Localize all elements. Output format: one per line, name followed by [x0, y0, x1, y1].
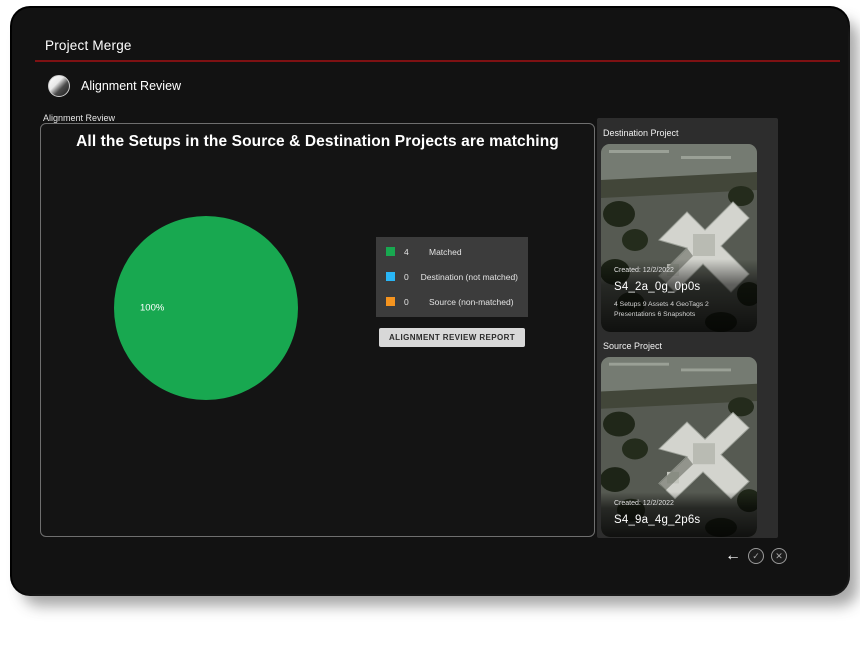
destination-count: 0 — [404, 272, 412, 282]
legend-row-destination: 0 Destination (not matched) — [376, 264, 528, 289]
matched-count: 4 — [404, 247, 420, 257]
title-divider — [35, 60, 840, 62]
alignment-review-step-icon — [48, 75, 70, 97]
step-label: Alignment Review — [81, 79, 181, 93]
destination-name: S4_2a_0g_0p0s — [614, 281, 744, 293]
pie-legend: 4 Matched 0 Destination (not matched) 0 … — [376, 237, 528, 317]
source-count: 0 — [404, 297, 420, 307]
source-label: Source (non-matched) — [429, 297, 514, 307]
page: Project Merge Alignment Review Alignment… — [0, 0, 860, 648]
source-created: Created: 12/2/2022 — [614, 500, 744, 507]
projects-sidebar: Destination Project — [597, 118, 778, 538]
back-arrow-icon[interactable]: ← — [725, 548, 741, 564]
window-title: Project Merge — [45, 38, 132, 53]
destination-created: Created: 12/2/2022 — [614, 267, 744, 274]
matching-heading: All the Setups in the Source & Destinati… — [41, 133, 594, 151]
destination-label: Destination (not matched) — [421, 272, 518, 282]
source-swatch — [386, 297, 395, 306]
source-project-card[interactable]: Created: 12/2/2022 S4_9a_4g_2p6s — [601, 357, 757, 537]
pie-percent-label: 100% — [140, 303, 164, 314]
destination-overlay: Created: 12/2/2022 S4_2a_0g_0p0s 4 Setup… — [601, 259, 757, 332]
destination-swatch — [386, 272, 395, 281]
legend-row-source: 0 Source (non-matched) — [376, 289, 528, 314]
close-icon[interactable]: ✕ — [771, 548, 787, 564]
matched-swatch — [386, 247, 395, 256]
alignment-review-panel: All the Setups in the Source & Destinati… — [40, 123, 595, 537]
confirm-icon[interactable]: ✓ — [748, 548, 764, 564]
source-project-label: Source Project — [603, 341, 778, 351]
step-header: Alignment Review — [48, 75, 181, 97]
legend-row-matched: 4 Matched — [376, 239, 528, 264]
project-merge-window: Project Merge Alignment Review Alignment… — [12, 8, 848, 594]
source-overlay: Created: 12/2/2022 S4_9a_4g_2p6s — [601, 492, 757, 537]
footer-actions: ← ✓ ✕ — [725, 548, 787, 564]
panel-section-label: Alignment Review — [43, 113, 115, 123]
source-name: S4_9a_4g_2p6s — [614, 514, 744, 526]
alignment-review-report-button[interactable]: ALIGNMENT REVIEW REPORT — [379, 328, 525, 347]
destination-project-label: Destination Project — [603, 128, 778, 138]
destination-project-card[interactable]: Created: 12/2/2022 S4_2a_0g_0p0s 4 Setup… — [601, 144, 757, 332]
matched-pie-chart: 100% — [114, 216, 298, 400]
destination-details: 4 Setups 9 Assets 4 GeoTags 2 Presentati… — [614, 300, 744, 321]
matched-label: Matched — [429, 247, 462, 257]
